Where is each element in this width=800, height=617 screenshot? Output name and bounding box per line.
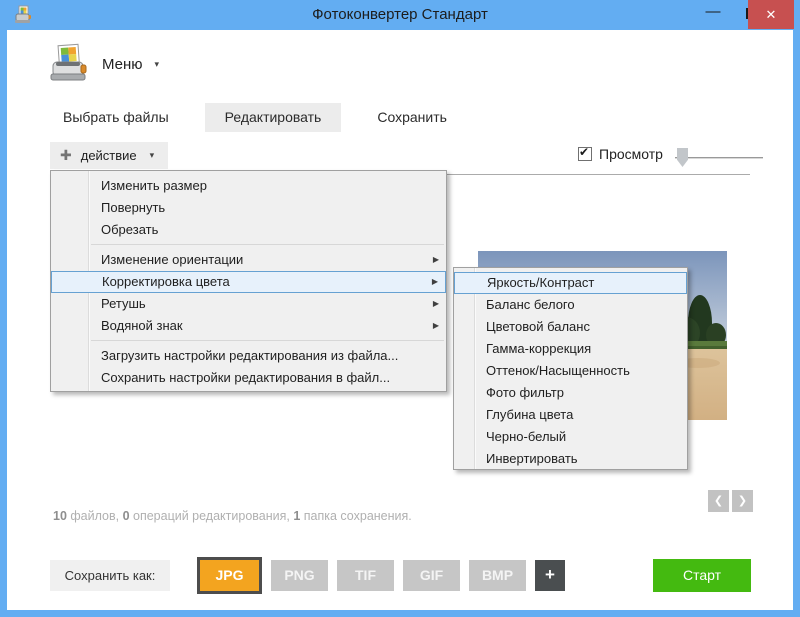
submenu-arrow-icon: ▶ (432, 255, 439, 264)
printer-icon (48, 43, 90, 85)
menu-separator (91, 340, 444, 341)
tab-edit[interactable]: Редактировать (204, 103, 342, 132)
submenu-item-white-balance-label: Баланс белого (486, 297, 575, 312)
plus-icon: ✚ (60, 147, 72, 163)
menu-item-orientation[interactable]: Изменение ориентации ▶ (51, 249, 446, 271)
tab-select-files[interactable]: Выбрать файлы (43, 103, 189, 132)
titlebar: Фотоконвертер Стандарт — ✕ (0, 0, 800, 30)
submenu-item-black-white[interactable]: Черно-белый (454, 426, 687, 448)
menu-item-resize-label: Изменить размер (101, 178, 207, 193)
status-count-label: файлов, (66, 509, 123, 523)
menu-item-watermark-label: Водяной знак (101, 318, 183, 333)
status-count-value: 0 (122, 509, 130, 523)
main-content: Меню ▾ Выбрать файлы Редактировать Сохрани… (7, 30, 793, 610)
format-png[interactable]: PNG (271, 560, 328, 591)
menu-item-resize[interactable]: Изменить размер (51, 175, 446, 197)
submenu-item-black-white-label: Черно-белый (486, 429, 567, 444)
add-format-button[interactable]: + (535, 560, 565, 591)
zoom-slider[interactable] (675, 148, 763, 168)
submenu-arrow-icon: ▶ (432, 299, 439, 308)
submenu-item-color-depth-label: Глубина цвета (486, 407, 574, 422)
menu-item-load-settings[interactable]: Загрузить настройки редактирования из фа… (51, 345, 446, 367)
submenu-item-color-balance-label: Цветовой баланс (486, 319, 590, 334)
app-window: Фотоконвертер Стандарт — ✕ Меню ▾ Выбрат… (0, 0, 800, 617)
menu-item-load-settings-label: Загрузить настройки редактирования из фа… (101, 348, 399, 363)
window-title: Фотоконвертер Стандарт (312, 6, 488, 23)
next-image-button[interactable]: ❯ (732, 490, 753, 512)
menu-item-orientation-label: Изменение ориентации (101, 252, 244, 267)
menu-button-label: Меню (102, 55, 143, 73)
submenu-item-hue-saturation-label: Оттенок/Насыщенность (486, 363, 630, 378)
submenu-item-invert[interactable]: Инвертировать (454, 448, 687, 470)
status-count-label: папка сохранения. (300, 509, 412, 523)
chevron-down-icon: ▾ (154, 58, 160, 69)
submenu-item-hue-saturation[interactable]: Оттенок/Насыщенность (454, 360, 687, 382)
menu-item-watermark[interactable]: Водяной знак ▶ (51, 315, 446, 337)
tab-save[interactable]: Сохранить (357, 103, 467, 132)
menu-item-rotate-label: Повернуть (101, 200, 166, 215)
menu-item-rotate[interactable]: Повернуть (51, 197, 446, 219)
submenu-item-gamma-label: Гамма-коррекция (486, 341, 592, 356)
submenu-item-gamma[interactable]: Гамма-коррекция (454, 338, 687, 360)
submenu-item-brightness-contrast-label: Яркость/Контраст (487, 275, 595, 290)
menu-item-retouch[interactable]: Ретушь ▶ (51, 293, 446, 315)
submenu-arrow-icon: ▶ (431, 277, 438, 286)
minimize-button[interactable]: — (698, 0, 728, 29)
submenu-item-invert-label: Инвертировать (486, 451, 578, 466)
preview-checkbox[interactable]: ✔ (578, 145, 592, 161)
close-button[interactable]: ✕ (748, 0, 794, 29)
format-jpg[interactable]: JPG (197, 557, 262, 594)
submenu-item-white-balance[interactable]: Баланс белого (454, 294, 687, 316)
submenu-item-brightness-contrast[interactable]: Яркость/Контраст (454, 272, 687, 294)
format-tif[interactable]: TIF (337, 560, 394, 591)
check-icon: ✔ (579, 145, 590, 159)
previous-image-button[interactable]: ❮ (708, 490, 729, 512)
color-correction-submenu: Яркость/Контраст Баланс белого Цветовой ба… (453, 267, 688, 470)
menu-item-crop-label: Обрезать (101, 222, 159, 237)
start-button[interactable]: Старт (653, 559, 751, 592)
action-button-label: действие (80, 148, 137, 163)
menu-button[interactable]: Меню ▾ (48, 43, 159, 85)
zoom-slider-track (675, 157, 763, 159)
preview-checkbox-label: Просмотр (599, 146, 663, 162)
submenu-item-photo-filter[interactable]: Фото фильтр (454, 382, 687, 404)
status-count-label: операций редактирования, (129, 509, 294, 523)
zoom-slider-thumb[interactable] (677, 148, 688, 167)
submenu-item-photo-filter-label: Фото фильтр (486, 385, 564, 400)
menu-item-save-settings-label: Сохранить настройки редактирования в фай… (101, 370, 391, 385)
menu-item-save-settings[interactable]: Сохранить настройки редактирования в фай… (51, 367, 446, 389)
menu-separator (91, 244, 444, 245)
save-as-label: Сохранить как: (50, 560, 170, 591)
menu-item-retouch-label: Ретушь (101, 296, 146, 311)
submenu-arrow-icon: ▶ (432, 321, 439, 330)
step-tabs: Выбрать файлы Редактировать Сохранить (43, 103, 483, 132)
action-button[interactable]: ✚ действие ▾ (50, 142, 168, 169)
status-summary: 10 файлов, 0 операций редактирования, 1 … (53, 509, 412, 523)
submenu-item-color-balance[interactable]: Цветовой баланс (454, 316, 687, 338)
submenu-item-color-depth[interactable]: Глубина цвета (454, 404, 687, 426)
action-menu: Изменить размер Повернуть Обрезать Изменени… (50, 170, 447, 392)
format-gif[interactable]: GIF (403, 560, 460, 591)
status-count-value: 10 (53, 509, 67, 523)
format-buttons: JPG PNG TIF GIF BMP + (197, 557, 565, 594)
menu-item-color-correction[interactable]: Корректировка цвета ▶ (51, 271, 446, 293)
preview-toggle-group: ✔ Просмотр (578, 145, 663, 162)
menu-item-color-correction-label: Корректировка цвета (102, 274, 230, 289)
menu-item-crop[interactable]: Обрезать (51, 219, 446, 241)
chevron-down-icon: ▾ (149, 150, 155, 160)
format-bmp[interactable]: BMP (469, 560, 526, 591)
